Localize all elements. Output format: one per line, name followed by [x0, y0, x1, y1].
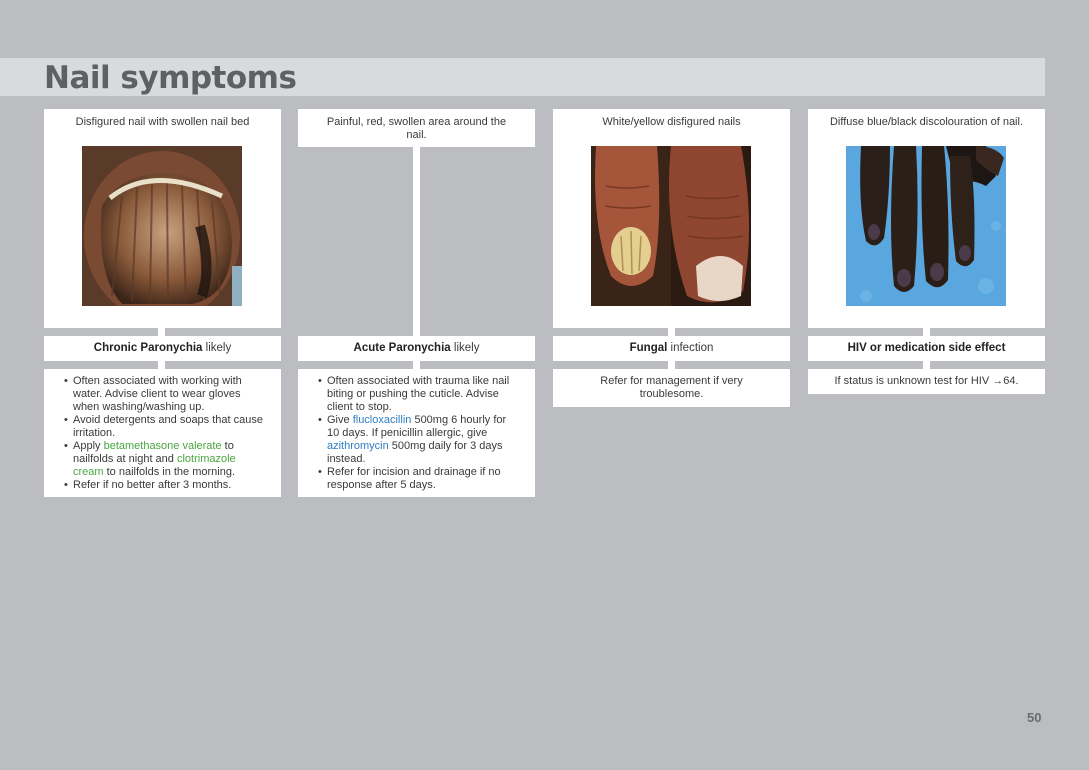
drug-name: flucloxacillin — [352, 414, 412, 426]
connector — [413, 361, 420, 369]
treatment-card: If status is unknown test for HIV →64. — [808, 369, 1045, 394]
connector — [158, 328, 165, 336]
chronic-paronychia-nail-photo — [82, 146, 242, 306]
connector — [158, 361, 165, 369]
diagnosis-name: HIV or medication side effect — [847, 342, 1006, 354]
treatment-card: Refer for management if very troublesome… — [553, 369, 790, 407]
symptom-card-fungal: White/yellow disfigured nails — [553, 109, 790, 328]
connector — [668, 361, 675, 369]
symptom-text: White/yellow disfigured nails — [602, 116, 741, 128]
list-item: Apply betamethasone valerate to nailfold… — [64, 440, 267, 479]
connector — [923, 328, 930, 336]
diagnosis-qualifier: likely — [202, 342, 232, 354]
list-item: Often associated with working with water… — [64, 375, 267, 414]
page-number: 50 — [1027, 710, 1042, 725]
diagnosis-name: Acute Paronychia — [353, 342, 451, 354]
discoloured-nails-hand-photo — [846, 146, 1006, 306]
diagnosis-name: Fungal — [629, 342, 668, 354]
symptom-text: Diffuse blue/black discolouration of nai… — [829, 116, 1024, 128]
symptom-card-acute-paronychia: Painful, red, swollen area around the na… — [298, 109, 535, 147]
page-title: Nail symptoms — [44, 60, 297, 96]
list-item: Often associated with trauma like nail b… — [318, 375, 521, 414]
symptom-card-chronic-paronychia: Disfigured nail with swollen nail bed — [44, 109, 281, 328]
list-item: Refer for incision and drainage if no re… — [318, 466, 521, 492]
hiv-test-note: If status is unknown test for HIV →64. — [834, 375, 1019, 387]
referral-note: Refer for management if very troublesome… — [600, 375, 743, 400]
diagnosis-qualifier: likely — [450, 342, 480, 354]
diagnosis-label: Fungal infection — [553, 336, 790, 361]
symptom-text: Painful, red, swollen area around the na… — [326, 116, 507, 141]
diagnosis-label: HIV or medication side effect — [808, 336, 1045, 361]
list-item: Refer if no better after 3 months. — [64, 479, 267, 492]
diagnosis-label: Acute Paronychia likely — [298, 336, 535, 361]
list-item: Avoid detergents and soaps that cause ir… — [64, 414, 267, 440]
list-item: Give flucloxacillin 500mg 6 hourly for 1… — [318, 414, 521, 466]
treatment-card: Often associated with working with water… — [44, 369, 281, 497]
diagnosis-qualifier: infection — [667, 342, 714, 354]
symptom-card-discolouration: Diffuse blue/black discolouration of nai… — [808, 109, 1045, 328]
symptom-text: Disfigured nail with swollen nail bed — [75, 116, 250, 128]
treatment-card: Often associated with trauma like nail b… — [298, 369, 535, 497]
fungal-nail-photo — [591, 146, 751, 306]
drug-name: azithromycin — [327, 440, 389, 452]
drug-name: betamethasone valerate — [103, 440, 222, 452]
connector — [923, 361, 930, 369]
connector — [413, 147, 420, 336]
diagnosis-name: Chronic Paronychia — [93, 342, 203, 354]
connector — [668, 328, 675, 336]
diagnosis-label: Chronic Paronychia likely — [44, 336, 281, 361]
